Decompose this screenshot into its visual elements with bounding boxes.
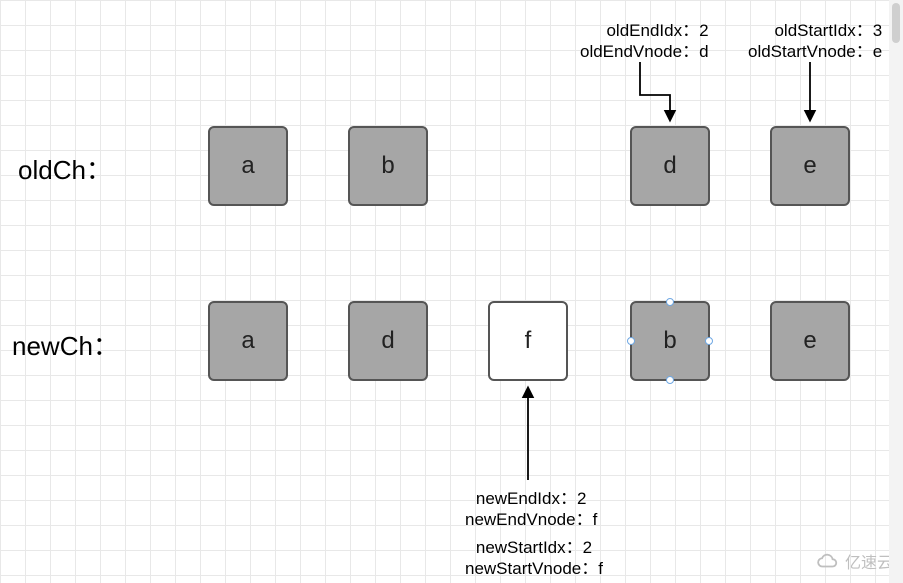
new-node-e: e — [770, 301, 850, 381]
annotation-line: newStartVnode：f — [465, 558, 603, 579]
scrollbar-thumb[interactable] — [892, 3, 900, 43]
selection-handle-icon[interactable] — [666, 376, 674, 384]
annotation-line: oldStartIdx：3 — [748, 20, 882, 41]
diff-diagram: oldCh： newCh： a b d e a d f b e oldEndId… — [0, 0, 903, 583]
node-label: f — [525, 327, 532, 355]
cloud-icon — [817, 550, 839, 572]
new-node-b-selected[interactable]: b — [630, 301, 710, 381]
selection-handle-icon[interactable] — [666, 298, 674, 306]
node-label: b — [663, 327, 676, 355]
newch-label: newCh： — [12, 326, 119, 363]
old-node-a: a — [208, 126, 288, 206]
annotation-line: newStartIdx：2 — [465, 537, 603, 558]
watermark: 亿速云 — [817, 549, 893, 573]
node-label: b — [381, 152, 394, 180]
node-label: e — [803, 152, 816, 180]
selection-handle-icon[interactable] — [705, 337, 713, 345]
old-node-b: b — [348, 126, 428, 206]
node-label: a — [241, 152, 254, 180]
arrows-svg — [0, 0, 903, 583]
old-node-d: d — [630, 126, 710, 206]
annotation-line: oldStartVnode：e — [748, 41, 882, 62]
node-label: d — [381, 327, 394, 355]
old-start-annotation: oldStartIdx：3 oldStartVnode：e — [748, 20, 882, 63]
annotation-line: newEndVnode：f — [465, 509, 597, 530]
watermark-text: 亿速云 — [845, 549, 893, 573]
new-end-annotation: newEndIdx：2 newEndVnode：f — [465, 488, 597, 531]
selection-handle-icon[interactable] — [627, 337, 635, 345]
node-label: d — [663, 152, 676, 180]
new-start-annotation: newStartIdx：2 newStartVnode：f — [465, 537, 603, 580]
annotation-line: oldEndIdx：2 — [580, 20, 709, 41]
node-label: a — [241, 327, 254, 355]
new-node-d: d — [348, 301, 428, 381]
oldch-label: oldCh： — [18, 150, 112, 187]
old-end-annotation: oldEndIdx：2 oldEndVnode：d — [580, 20, 709, 63]
new-node-a: a — [208, 301, 288, 381]
annotation-line: oldEndVnode：d — [580, 41, 709, 62]
old-node-e: e — [770, 126, 850, 206]
vertical-scrollbar[interactable] — [889, 0, 903, 583]
node-label: e — [803, 327, 816, 355]
new-node-f: f — [488, 301, 568, 381]
annotation-line: newEndIdx：2 — [465, 488, 597, 509]
